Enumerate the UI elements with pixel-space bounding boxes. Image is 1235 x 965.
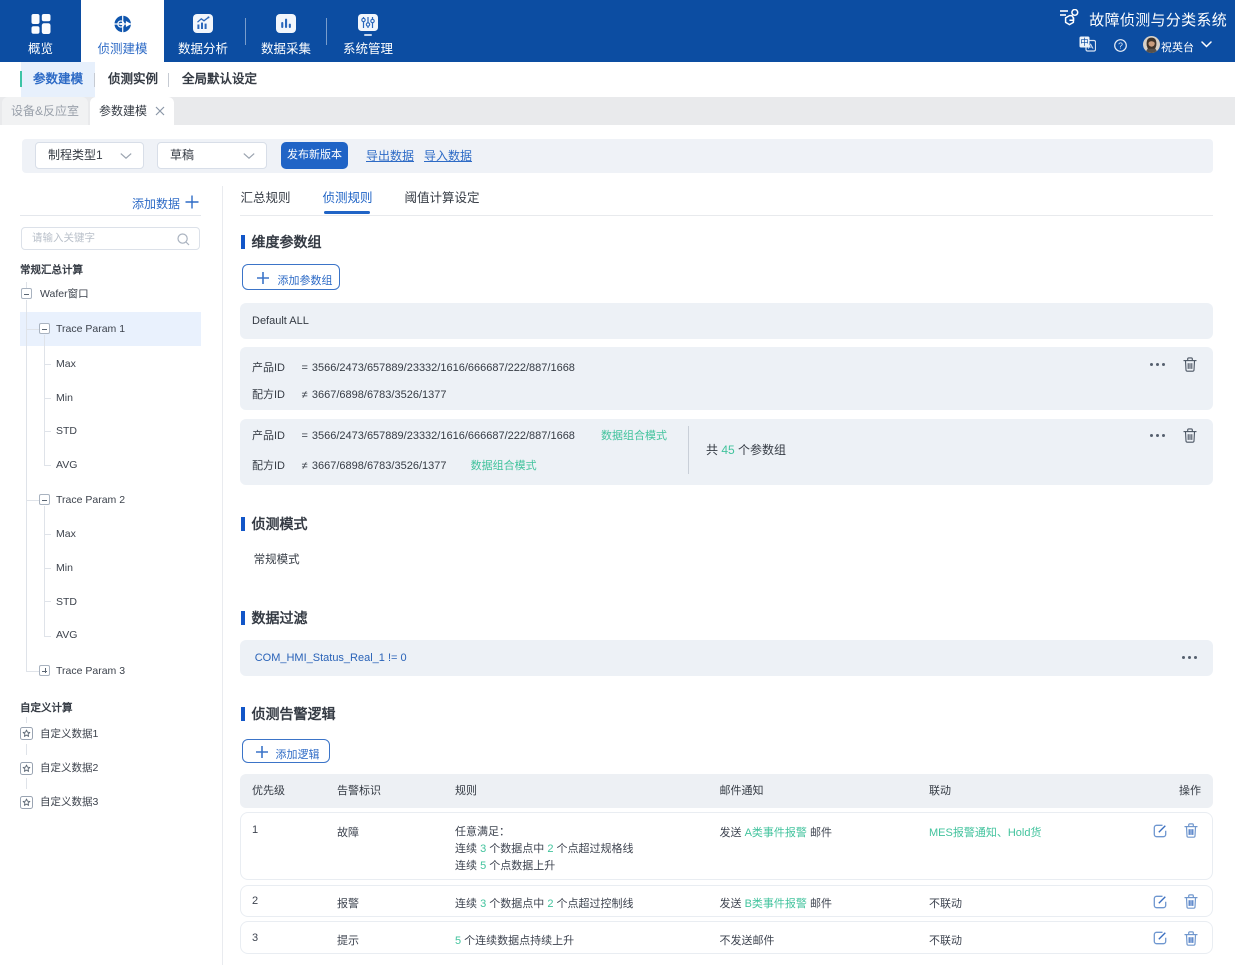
svg-text:?: ? — [1118, 41, 1123, 51]
svg-text:中: 中 — [1080, 37, 1089, 47]
